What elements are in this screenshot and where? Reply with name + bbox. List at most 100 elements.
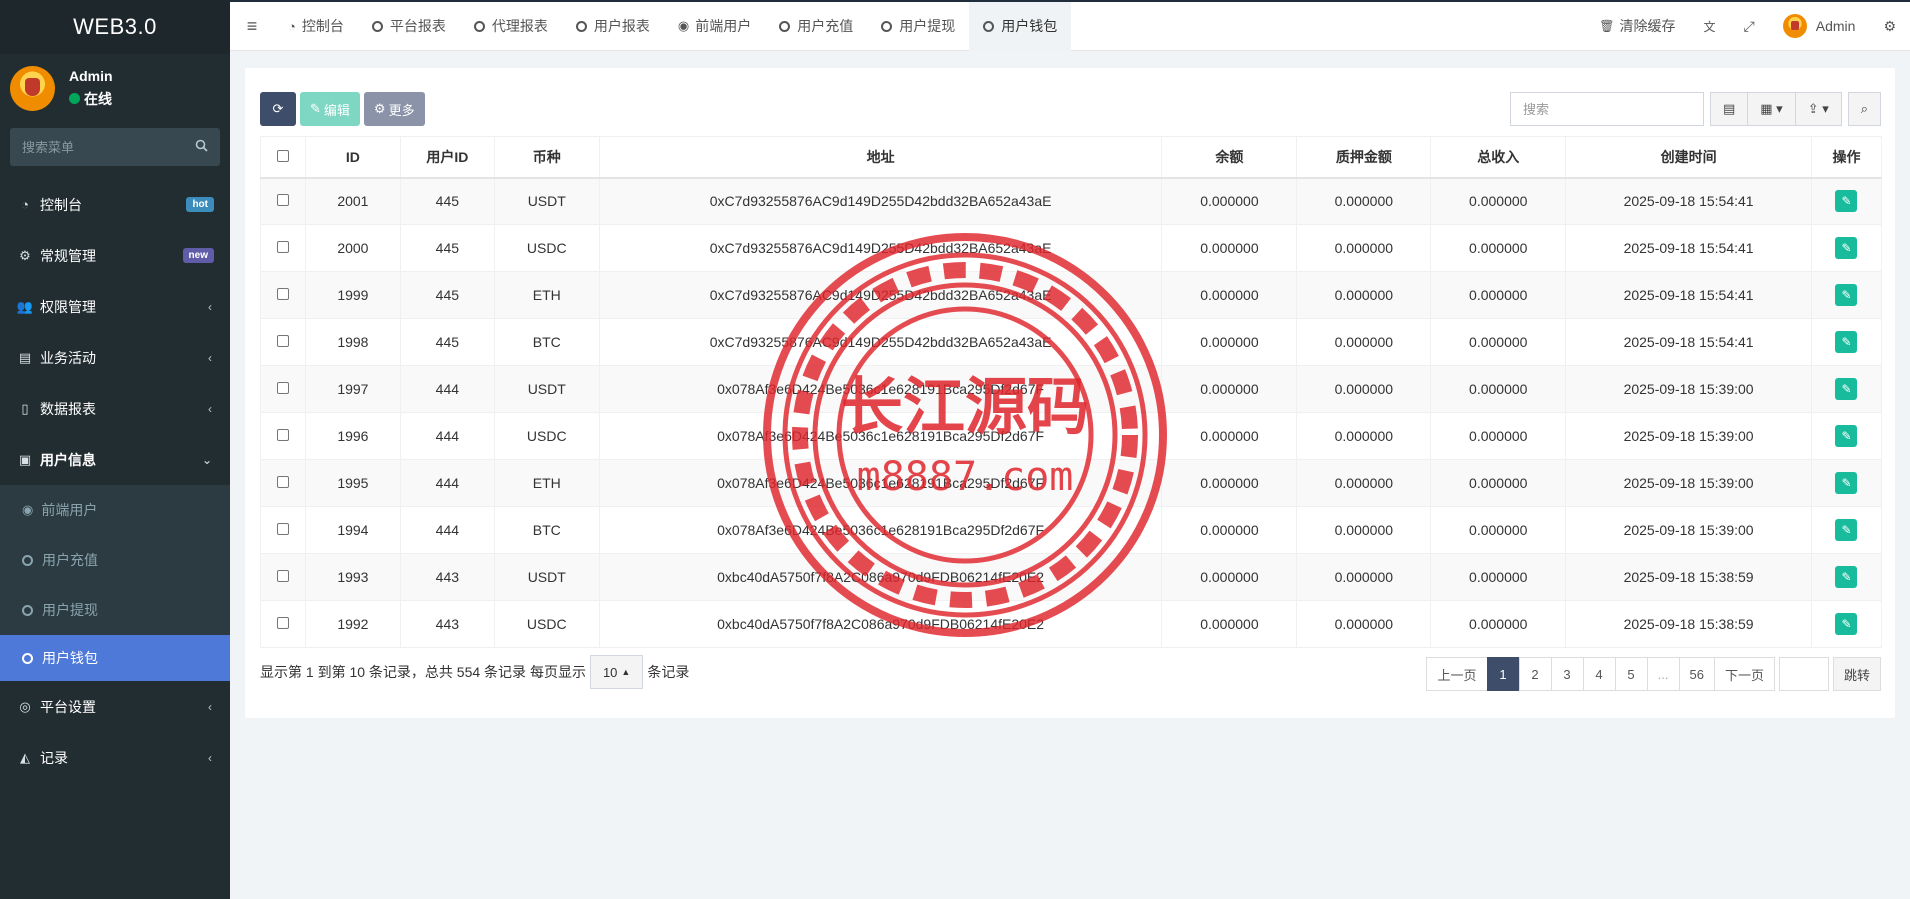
sidebar-item-permissions[interactable]: 👥 权限管理 ‹ <box>0 281 230 332</box>
row-checkbox[interactable] <box>276 476 289 488</box>
translate-button[interactable]: 文 <box>1690 18 1730 35</box>
table-search-input[interactable] <box>1509 92 1704 126</box>
sidebar-item-records[interactable]: ◭ 记录 ‹ <box>0 732 230 783</box>
table-header-row: ID 用户ID 币种 地址 余额 质押金额 总收入 创建时间 操作 <box>260 136 1883 179</box>
expand-icon: ⤢ <box>1743 17 1755 34</box>
column-header[interactable]: 地址 <box>598 136 1163 179</box>
column-header[interactable]: 质押金额 <box>1296 136 1432 179</box>
row-edit-button[interactable]: ✎ <box>1835 378 1858 400</box>
row-edit-button[interactable]: ✎ <box>1835 237 1858 259</box>
sidebar-subitem-recharge[interactable]: 用户充值 <box>0 535 230 585</box>
common-search-button[interactable]: ⌕ <box>1847 92 1881 126</box>
page-button[interactable]: 56 <box>1678 657 1715 691</box>
sidebar-subitem-withdraw[interactable]: 用户提现 <box>0 585 230 635</box>
row-select[interactable] <box>260 271 306 319</box>
cell-uid: 445 <box>399 271 495 319</box>
row-checkbox[interactable] <box>276 335 289 347</box>
dot-circle-icon: ◎ <box>19 698 31 714</box>
clear-cache-button[interactable]: 🗑 清除缓存 <box>1585 16 1689 36</box>
sidebar-item-platform-settings[interactable]: ◎ 平台设置 ‹ <box>0 681 230 732</box>
tab-recharge[interactable]: 用户充值 <box>765 2 867 51</box>
tab-wallet[interactable]: 用户钱包 <box>969 1 1072 51</box>
page-button[interactable]: 5 <box>1614 657 1648 691</box>
row-select[interactable] <box>260 224 306 272</box>
row-edit-button[interactable]: ✎ <box>1835 519 1858 541</box>
app-logo[interactable]: WEB3.0 <box>0 0 230 54</box>
row-checkbox[interactable] <box>276 382 289 394</box>
row-edit-button[interactable]: ✎ <box>1835 284 1858 306</box>
row-checkbox[interactable] <box>276 241 289 253</box>
select-all-checkbox[interactable] <box>276 149 289 162</box>
tab-platform-report[interactable]: 平台报表 <box>358 2 460 51</box>
column-header[interactable]: 创建时间 <box>1565 136 1812 179</box>
sidebar-subitem-wallet[interactable]: 用户钱包 <box>0 635 230 681</box>
tab-dashboard[interactable]: ◔ 控制台 <box>274 2 358 51</box>
column-header[interactable]: 用户ID <box>399 136 495 179</box>
sidebar-item-general[interactable]: ⚙ 常规管理 new <box>0 230 230 281</box>
toggle-view-button[interactable]: ▤ <box>1709 92 1749 126</box>
page-size-dropdown[interactable]: 10 ▲ <box>589 655 644 689</box>
row-checkbox[interactable] <box>276 288 289 300</box>
page-size-value: 10 <box>602 664 618 680</box>
row-select[interactable] <box>260 365 306 413</box>
export-button[interactable]: ⇪ ▾ <box>1795 92 1842 126</box>
row-select[interactable] <box>260 506 306 554</box>
row-select[interactable] <box>260 412 306 460</box>
pencil-icon: ✎ <box>1841 335 1852 349</box>
search-icon[interactable] <box>195 139 208 155</box>
page-button[interactable]: 4 <box>1582 657 1616 691</box>
cell-actions: ✎ <box>1810 459 1883 507</box>
page-button[interactable]: 3 <box>1550 657 1584 691</box>
row-checkbox[interactable] <box>276 194 289 207</box>
column-header[interactable]: ID <box>304 136 401 179</box>
row-checkbox[interactable] <box>276 429 289 441</box>
row-checkbox[interactable] <box>276 570 289 582</box>
row-edit-button[interactable]: ✎ <box>1835 613 1858 635</box>
row-edit-button[interactable]: ✎ <box>1835 425 1858 447</box>
next-page-button[interactable]: 下一页 <box>1713 657 1775 691</box>
refresh-button[interactable]: ⟳ <box>260 92 296 126</box>
column-header[interactable]: 总收入 <box>1430 136 1567 179</box>
row-select[interactable] <box>260 459 306 507</box>
row-edit-button[interactable]: ✎ <box>1835 566 1858 588</box>
tab-agent-report[interactable]: 代理报表 <box>460 2 562 51</box>
sidebar-item-userinfo[interactable]: ▣ 用户信息 ⌄ <box>0 434 230 485</box>
tab-user-report[interactable]: 用户报表 <box>562 2 664 51</box>
column-header[interactable]: 余额 <box>1161 136 1298 179</box>
jump-page-input[interactable] <box>1778 657 1829 691</box>
cell-id: 1992 <box>304 600 401 648</box>
cell-income: 0.000000 <box>1430 506 1567 554</box>
more-button[interactable]: ⚙ 更多 <box>363 92 425 126</box>
prev-page-button[interactable]: 上一页 <box>1426 657 1488 691</box>
settings-button[interactable]: ⚙ <box>1869 18 1910 35</box>
sidebar-item-dashboard[interactable]: ◔ 控制台 hot <box>0 179 230 230</box>
menu-toggle-icon[interactable]: ≡ <box>230 16 274 37</box>
columns-button[interactable]: ▦ ▾ <box>1748 92 1796 126</box>
page-button[interactable]: 2 <box>1518 657 1552 691</box>
row-edit-button[interactable]: ✎ <box>1835 190 1858 213</box>
fullscreen-button[interactable]: ⤢ <box>1730 18 1769 35</box>
sidebar-item-business[interactable]: ▤ 业务活动 ‹ <box>0 332 230 383</box>
row-edit-button[interactable]: ✎ <box>1835 331 1858 353</box>
row-edit-button[interactable]: ✎ <box>1835 472 1858 494</box>
column-header[interactable]: 币种 <box>493 136 600 179</box>
page-button[interactable]: 1 <box>1486 657 1520 691</box>
admin-menu[interactable]: Admin <box>1769 14 1870 38</box>
cell-pledge: 0.000000 <box>1296 365 1432 413</box>
row-checkbox[interactable] <box>276 617 289 629</box>
menu-search-input[interactable] <box>22 139 172 155</box>
sidebar-item-reports[interactable]: ▯ 数据报表 ‹ <box>0 383 230 434</box>
row-select[interactable] <box>260 177 306 225</box>
jump-button[interactable]: 跳转 <box>1832 657 1881 691</box>
tab-withdraw[interactable]: 用户提现 <box>867 2 969 51</box>
tab-frontend-users[interactable]: ◉ 前端用户 <box>664 2 765 51</box>
row-select[interactable] <box>260 318 306 366</box>
select-all-header[interactable] <box>260 136 306 179</box>
sidebar-subitem-frontend-users[interactable]: ◉ 前端用户 <box>0 485 230 535</box>
edit-button[interactable]: ✎ 编辑 <box>300 92 360 126</box>
row-select[interactable] <box>260 553 306 601</box>
row-select[interactable] <box>260 600 306 648</box>
circle-icon <box>575 20 587 32</box>
cell-pledge: 0.000000 <box>1296 506 1432 554</box>
row-checkbox[interactable] <box>276 523 289 535</box>
